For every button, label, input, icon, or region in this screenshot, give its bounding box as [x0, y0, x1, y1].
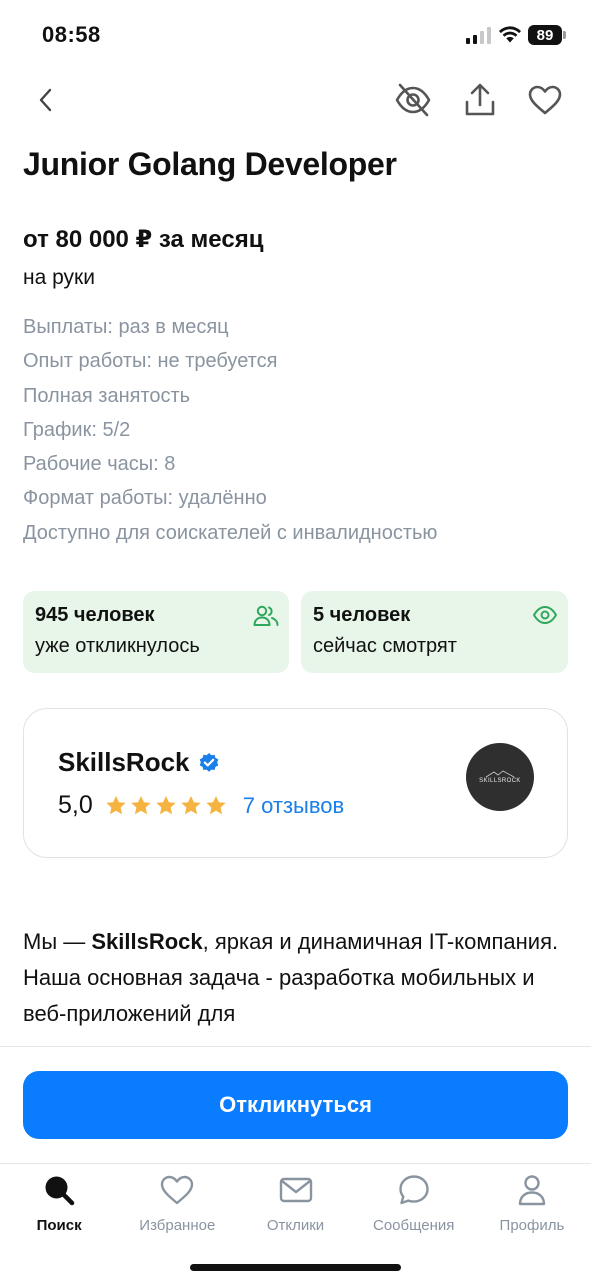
description-company: SkillsRock	[91, 929, 203, 954]
profile-icon	[518, 1171, 546, 1209]
tab-favorites[interactable]: Избранное	[118, 1171, 236, 1241]
verified-badge-icon	[198, 752, 220, 774]
share-button[interactable]	[458, 78, 502, 122]
wifi-icon	[498, 24, 522, 49]
tab-messages[interactable]: Сообщения	[355, 1171, 473, 1241]
tab-search[interactable]: Поиск	[0, 1171, 118, 1241]
home-indicator	[190, 1264, 401, 1271]
battery-icon: 89	[528, 25, 562, 45]
mountain-logo-icon	[485, 770, 515, 778]
company-name: SkillsRock	[58, 747, 190, 777]
star-icon	[181, 796, 201, 815]
detail-schedule: График: 5/2	[23, 418, 131, 441]
heart-icon	[528, 85, 562, 115]
star-icon	[106, 796, 126, 815]
back-button[interactable]	[24, 78, 68, 122]
rating-stars	[105, 795, 227, 816]
salary-note: на руки	[23, 266, 95, 289]
people-icon	[253, 605, 279, 632]
apply-button[interactable]: Откликнуться	[23, 1071, 568, 1139]
chevron-left-icon	[39, 88, 52, 112]
company-card[interactable]: SkillsRock 5,0 7 отзывов SKILLSROCK	[23, 708, 568, 858]
company-logo[interactable]: SKILLSROCK	[466, 743, 534, 811]
tab-bar: Поиск Избранное Отклики Сообщения Профил…	[0, 1171, 591, 1241]
star-icon	[156, 796, 176, 815]
detail-employment: Полная занятость	[23, 384, 191, 407]
hide-vacancy-button[interactable]	[391, 78, 435, 122]
viewers-count: 5 человек	[313, 604, 411, 626]
status-time: 08:58	[42, 22, 101, 47]
battery-tip	[563, 31, 566, 39]
tab-profile[interactable]: Профиль	[473, 1171, 591, 1241]
chat-icon	[398, 1171, 430, 1209]
applicants-label: уже откликнулось	[35, 635, 200, 657]
search-icon	[43, 1171, 75, 1209]
tab-label: Избранное	[139, 1217, 216, 1234]
tab-label: Отклики	[266, 1217, 325, 1234]
rating-row: 5,0 7 отзывов	[58, 791, 344, 820]
heart-icon	[160, 1171, 194, 1209]
bottom-panel: Откликнуться Поиск Избранное Отклики Соо…	[0, 1046, 591, 1280]
viewers-label: сейчас смотрят	[313, 635, 457, 657]
mail-icon	[279, 1171, 313, 1209]
top-toolbar	[0, 78, 591, 122]
reviews-link[interactable]: 7 отзывов	[243, 793, 344, 819]
vacancy-details: Выплаты: раз в месяц Опыт работы: не тре…	[23, 313, 437, 553]
tab-label: Сообщения	[373, 1217, 455, 1234]
detail-experience: Опыт работы: не требуется	[23, 350, 278, 373]
share-icon	[465, 83, 495, 116]
viewers-count-card: 5 человек сейчас смотрят	[301, 591, 568, 673]
description-prefix: Мы —	[23, 929, 92, 954]
eye-off-icon	[395, 83, 431, 117]
company-name-row: SkillsRock	[58, 747, 220, 778]
detail-accessibility: Доступно для соискателей с инвалидностью	[23, 521, 438, 544]
company-logo-text: SKILLSROCK	[479, 778, 521, 784]
rating-value: 5,0	[58, 791, 93, 819]
tab-label: Поиск	[36, 1217, 82, 1234]
detail-work-format: Формат работы: удалённо	[23, 487, 267, 510]
status-bar: 08:58 89	[0, 0, 591, 70]
cellular-signal-icon	[466, 27, 491, 44]
vacancy-title: Junior Golang Developer	[23, 146, 397, 182]
applicants-count-card: 945 человек уже откликнулось	[23, 591, 289, 673]
eye-icon	[532, 605, 558, 630]
tab-label: Профиль	[499, 1217, 565, 1234]
vacancy-description: Мы — SkillsRock, яркая и динамичная IT-к…	[23, 924, 571, 1046]
tab-responses[interactable]: Отклики	[236, 1171, 354, 1241]
star-icon	[131, 796, 151, 815]
detail-hours: Рабочие часы: 8	[23, 453, 176, 476]
star-icon	[206, 796, 226, 815]
applicants-count: 945 человек	[35, 604, 155, 626]
detail-payments: Выплаты: раз в месяц	[23, 316, 229, 338]
salary: от 80 000 ₽ за месяц	[23, 226, 264, 253]
tabbar-divider	[0, 1163, 591, 1164]
favorite-button[interactable]	[523, 78, 567, 122]
